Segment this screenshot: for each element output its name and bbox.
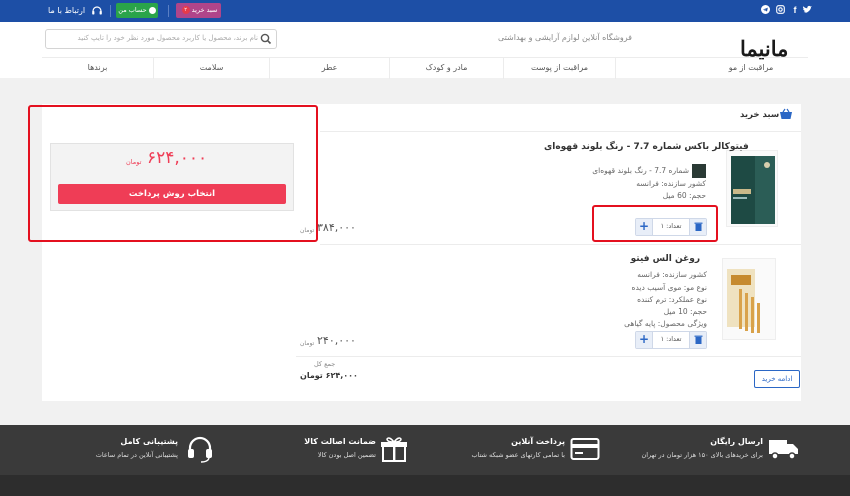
product-spec-1-country: کشور سازنده: فرانسه bbox=[636, 179, 706, 188]
feature-title-payment: پرداخت آنلاین bbox=[511, 437, 565, 446]
my-account-button[interactable]: حساب من bbox=[116, 3, 158, 18]
feature-title-support: پشتیبانی کامل bbox=[120, 437, 178, 446]
divider bbox=[320, 244, 801, 245]
plus-icon[interactable]: + bbox=[636, 332, 653, 348]
user-icon bbox=[148, 6, 156, 14]
product-spec-2-country: کشور سازنده: فرانسه bbox=[637, 270, 707, 279]
search-input[interactable]: نام برند، محصول یا کاربرد محصول مورد نظر… bbox=[45, 29, 277, 49]
divider bbox=[168, 5, 169, 17]
product-name-2[interactable]: روغن الس فیتو bbox=[631, 254, 700, 264]
product-spec-1-volume: حجم: 60 میل bbox=[662, 191, 706, 200]
contact-link[interactable]: ارتباط با ما bbox=[48, 5, 85, 17]
cart-button[interactable]: ۲ سبد خرید bbox=[176, 3, 221, 18]
trash-icon[interactable] bbox=[689, 332, 706, 348]
feature-title-shipping: ارسال رایگان bbox=[710, 437, 763, 446]
footer-features bbox=[0, 425, 850, 475]
instagram-icon[interactable] bbox=[775, 5, 785, 18]
footer-bottom bbox=[0, 475, 850, 496]
product-variant-1: شماره 7.7 - رنگ بلوند قهوه‌ای bbox=[592, 166, 689, 175]
continue-shopping-button[interactable]: ادامه خرید bbox=[754, 370, 800, 388]
nav-item-mother-child[interactable]: مادر و کودک bbox=[390, 58, 504, 79]
quantity-stepper-2[interactable]: + تعداد: ۱ bbox=[635, 331, 707, 349]
telegram-icon[interactable] bbox=[760, 5, 770, 18]
feature-subtitle-support: پشتیبانی آنلاین در تمام ساعات bbox=[95, 451, 178, 459]
nav-item-perfume[interactable]: عطر bbox=[270, 58, 390, 79]
cart-count-badge: ۲ bbox=[181, 6, 190, 14]
site-tagline: فروشگاه آنلاین لوازم آرایشی و بهداشتی bbox=[497, 33, 632, 42]
search-icon[interactable] bbox=[259, 32, 273, 46]
cart-label: سبد خرید bbox=[191, 6, 218, 14]
divider bbox=[110, 5, 111, 17]
highlight-box-quantity bbox=[592, 205, 718, 242]
main-nav: مراقبت از مو مراقبت از پوست مادر و کودک … bbox=[42, 57, 808, 79]
product-image-1[interactable] bbox=[726, 150, 778, 227]
twitter-icon[interactable] bbox=[802, 5, 812, 19]
search-placeholder: نام برند، محصول یا کاربرد محصول مورد نظر… bbox=[77, 34, 258, 42]
item-price-1: ۳۸۴,۰۰۰ bbox=[317, 221, 356, 234]
nav-item-brands[interactable]: برندها bbox=[42, 58, 154, 79]
divider bbox=[296, 356, 801, 357]
variant-swatch bbox=[692, 164, 706, 178]
facebook-icon[interactable]: f bbox=[790, 5, 800, 16]
highlight-box-summary bbox=[28, 105, 318, 242]
account-label: حساب من bbox=[118, 6, 147, 14]
quantity-label-2: تعداد: ۱ bbox=[660, 335, 682, 343]
divider bbox=[320, 131, 801, 132]
nav-item-skin-care[interactable]: مراقبت از پوست bbox=[504, 58, 616, 79]
nav-item-hair-care[interactable]: مراقبت از مو bbox=[694, 58, 808, 79]
headset-icon bbox=[186, 435, 214, 466]
feature-subtitle-payment: با تمامی کارتهای عضو شبکه شتاب bbox=[471, 451, 565, 459]
nav-item-health[interactable]: سلامت bbox=[154, 58, 270, 79]
feature-subtitle-authenticity: تضمین اصل بودن کالا bbox=[317, 451, 376, 459]
basket-icon bbox=[779, 108, 793, 120]
feature-subtitle-shipping: برای خریدهای بالای ۱۵۰ هزار تومان در تهر… bbox=[641, 451, 763, 459]
product-image-2[interactable] bbox=[722, 258, 776, 340]
subtotal-value: ۶۲۴,۰۰۰ تومان bbox=[300, 371, 358, 380]
cart-title: سبد خرید bbox=[740, 110, 780, 120]
feature-title-authenticity: ضمانت اصالت کالا bbox=[304, 437, 376, 446]
product-spec-2-hair-type: نوع مو: موی آسیب دیده bbox=[631, 283, 707, 292]
item-price-2: ۲۴۰,۰۰۰ bbox=[317, 334, 356, 347]
product-spec-2-function: نوع عملکرد: ترم کننده bbox=[637, 295, 707, 304]
subtotal-label: جمع کل bbox=[314, 360, 336, 368]
product-name-1[interactable]: فیتوکالر باکس شماره 7.7 - رنگ بلوند قهوه… bbox=[544, 142, 749, 152]
gift-icon bbox=[380, 435, 408, 466]
headset-icon bbox=[91, 5, 103, 17]
truck-icon bbox=[768, 435, 800, 466]
product-spec-2-feature: ویژگی محصول: پایه گیاهی bbox=[624, 319, 707, 328]
item-currency-2: تومان bbox=[300, 340, 315, 347]
product-spec-2-volume: حجم: 10 میل bbox=[663, 307, 707, 316]
credit-card-icon bbox=[570, 437, 600, 464]
